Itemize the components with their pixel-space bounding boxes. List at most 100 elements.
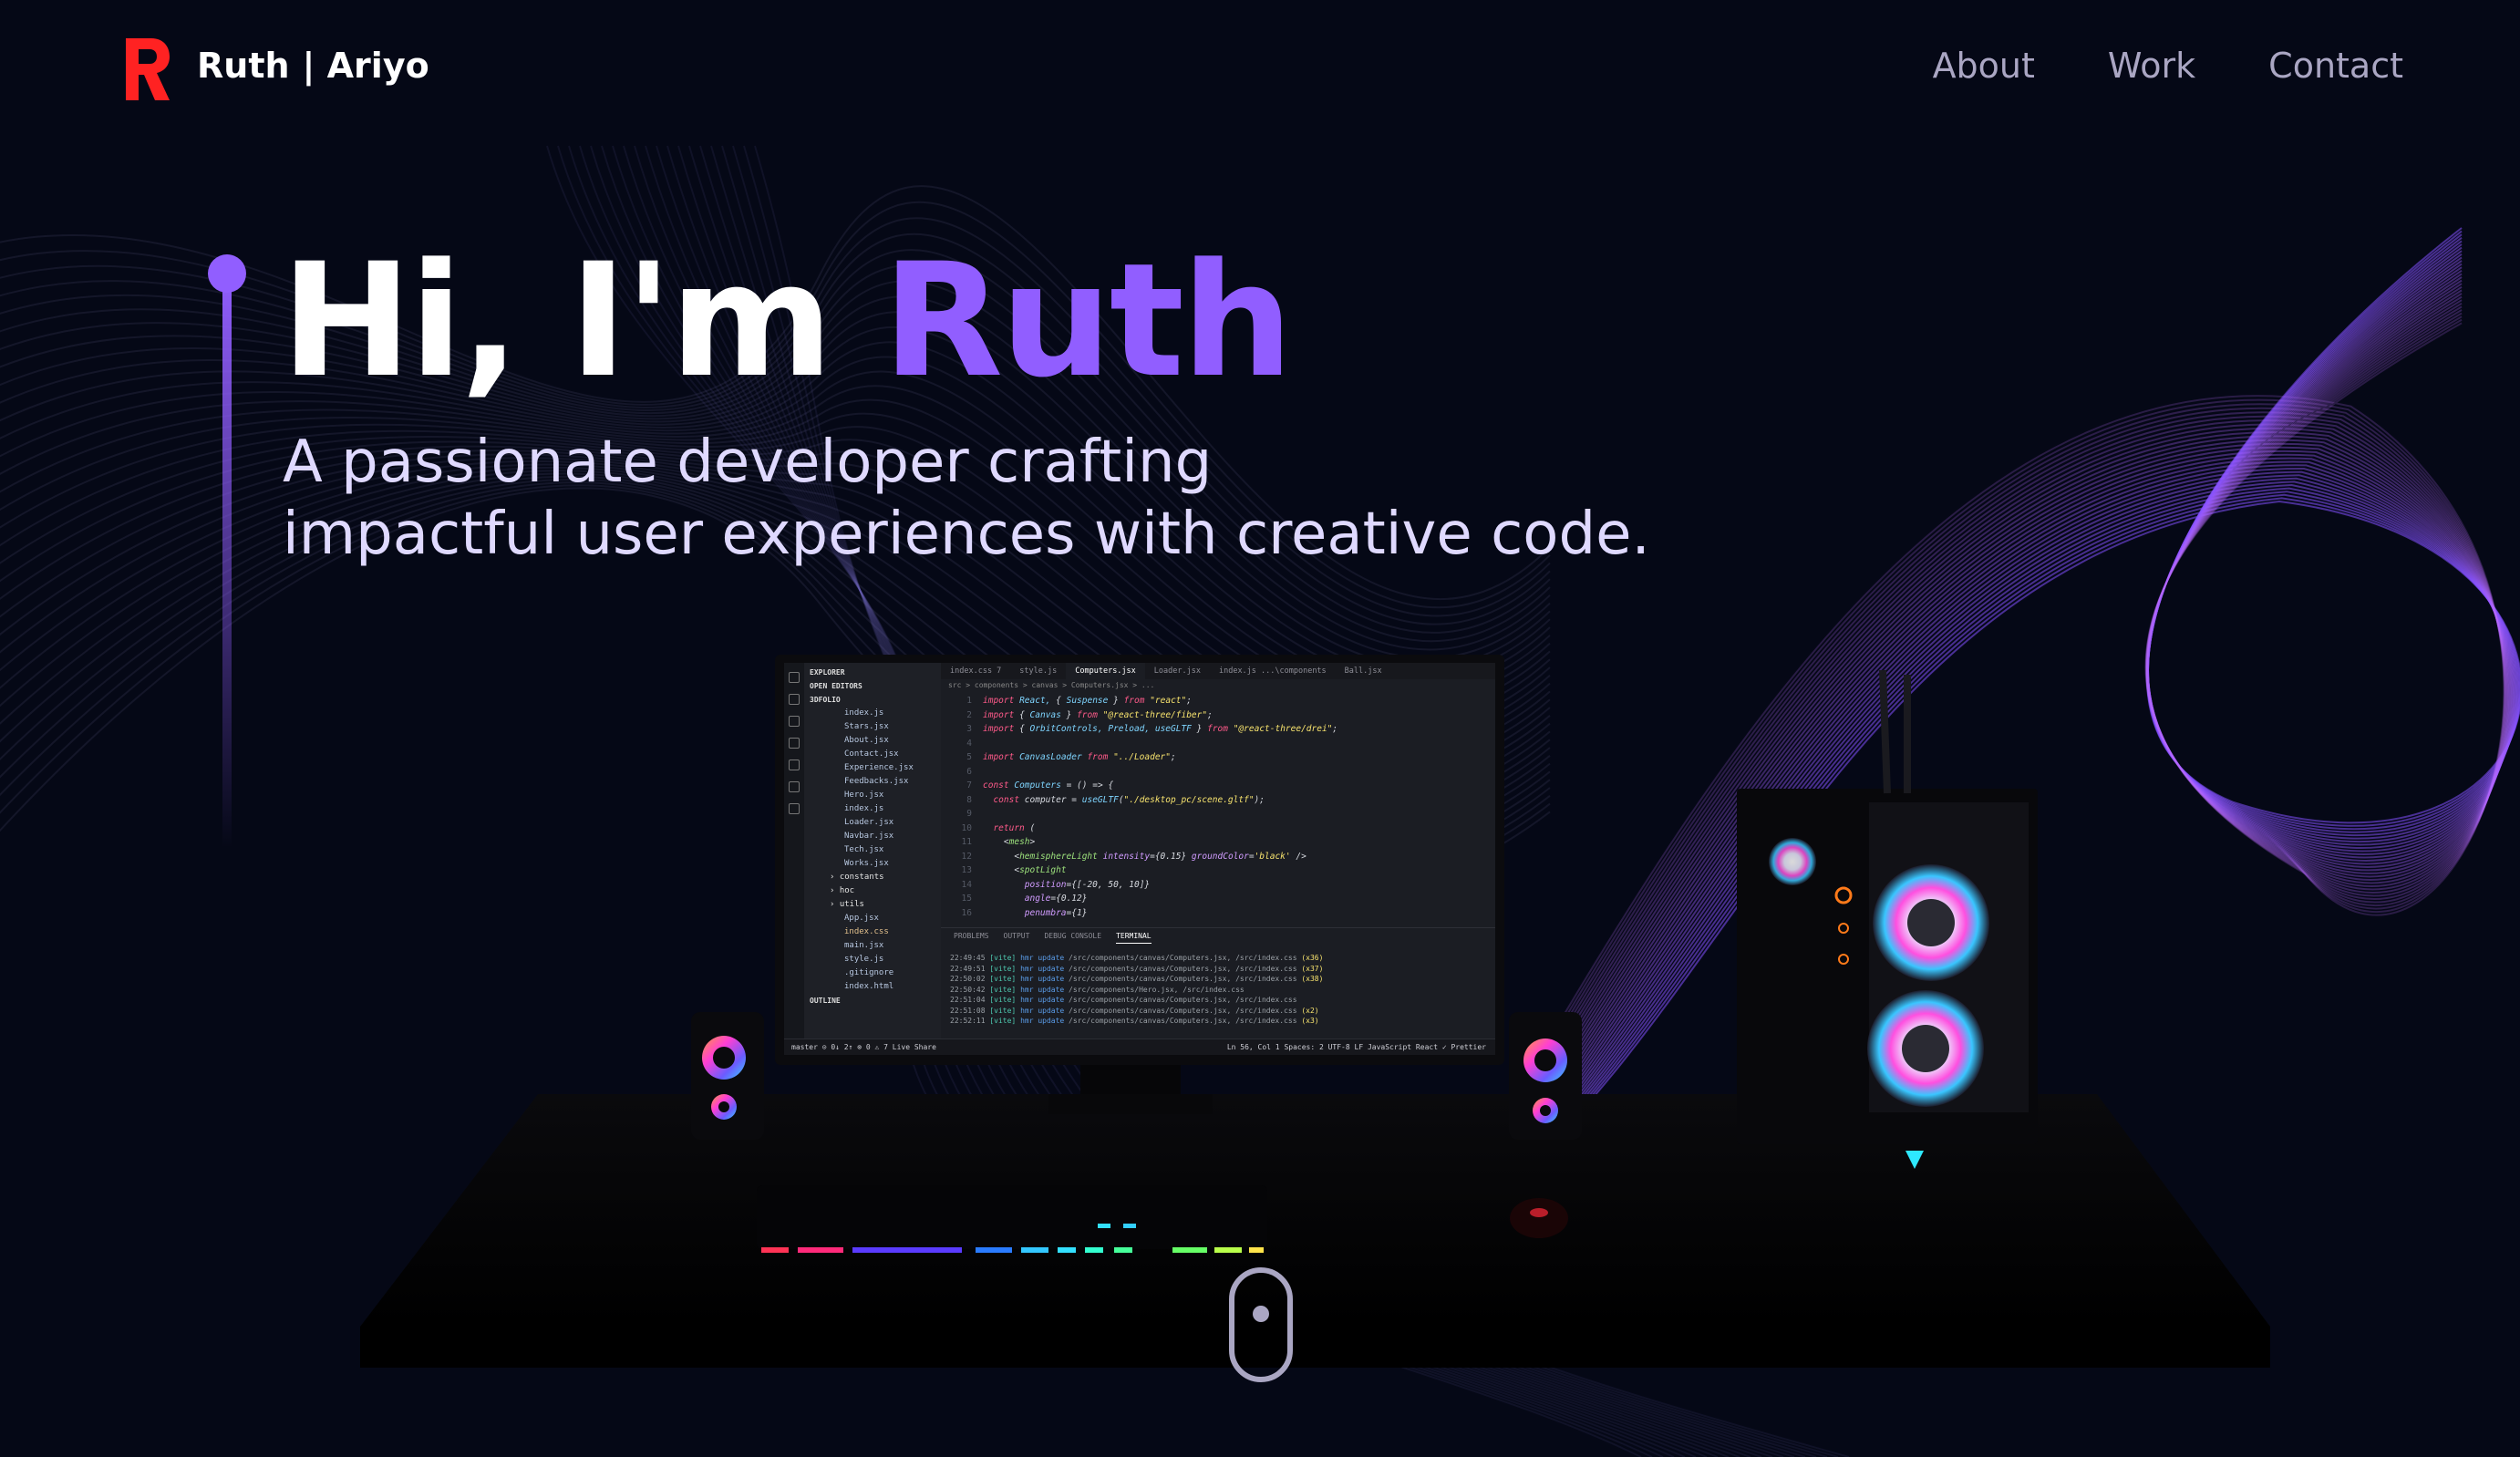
code-line: 13 <spotLight <box>961 865 1067 875</box>
extensions-icon <box>789 760 800 770</box>
hero-subtitle-line2: impactful user experiences with creative… <box>283 500 1650 568</box>
explorer-file: App.jsx <box>844 914 879 923</box>
terminal-line: 22:51:08 [vite] hmr update /src/componen… <box>950 1006 1319 1015</box>
code-line: 12 <hemisphereLight intensity={0.15} gro… <box>961 851 1306 862</box>
panel-tab[interactable]: OUTPUT <box>1004 928 1030 944</box>
editor-tab[interactable]: Loader.jsx <box>1145 663 1210 679</box>
vscode-screen: EXPLORER OPEN EDITORS 3DFOLIO index.js St… <box>784 663 1495 1055</box>
mouse-scroll-icon[interactable] <box>1229 1267 1293 1382</box>
terminal-line: 22:50:42 [vite] hmr update /src/componen… <box>950 985 1245 994</box>
code-line: 3 import { OrbitControls, Preload, useGLT… <box>966 724 1338 734</box>
hero-name: Ruth <box>882 229 1294 412</box>
desk-mouse <box>1510 1198 1568 1238</box>
explorer-title: EXPLORER <box>810 668 845 677</box>
left-speaker <box>691 1012 764 1140</box>
explorer-file: index.js <box>844 708 884 718</box>
nav-links: About Work Contact <box>1933 46 2403 86</box>
explorer-file: index.html <box>844 982 894 991</box>
navbar: Ruth | Ariyo About Work Contact <box>0 0 2520 137</box>
breadcrumb: src > components > canvas > Computers.js… <box>948 681 1155 689</box>
terminal-line: 22:49:45 [vite] hmr update /src/componen… <box>950 954 1324 962</box>
terminal-line: 22:51:04 [vite] hmr update /src/componen… <box>950 996 1297 1004</box>
editor-tab[interactable]: index.css 7 <box>941 663 1010 679</box>
editor-tab[interactable]: Ball.jsx <box>1336 663 1391 679</box>
open-editors: OPEN EDITORS <box>810 682 862 690</box>
editor-tab[interactable]: index.js ...\components <box>1210 663 1336 679</box>
code-line: 15 angle={0.12} <box>961 894 1088 904</box>
hero-rail-line <box>222 274 232 848</box>
code-line: 11 <mesh> <box>961 837 1036 847</box>
status-right: Ln 56, Col 1 Spaces: 2 UTF-8 LF JavaScri… <box>1226 1043 1486 1051</box>
explorer-file: Contact.jsx <box>844 749 899 759</box>
explorer-file: Feedbacks.jsx <box>844 777 909 786</box>
remote-icon <box>789 781 800 792</box>
run-debug-icon <box>789 738 800 749</box>
right-speaker <box>1509 1012 1582 1140</box>
r-logo-icon[interactable] <box>122 35 173 104</box>
nav-about[interactable]: About <box>1933 46 2035 86</box>
explorer-file: main.jsx <box>844 941 884 950</box>
search-icon <box>789 694 800 705</box>
nav-contact[interactable]: Contact <box>2268 46 2403 86</box>
terminal-line: 22:49:51 [vite] hmr update /src/componen… <box>950 964 1324 973</box>
code-line: 10 return ( <box>961 822 1036 833</box>
explorer-file: index.js <box>844 804 884 813</box>
project-name: 3DFOLIO <box>810 696 841 704</box>
files-icon <box>789 672 800 683</box>
explorer-file: Stars.jsx <box>844 722 889 731</box>
explorer-folder: › hoc <box>830 886 855 895</box>
code-line: 16 penumbra={1} <box>961 907 1088 918</box>
code-line: 1 import React, { Suspense } from "react"… <box>966 696 1192 706</box>
explorer-file: Works.jsx <box>844 859 889 868</box>
status-bar: master ⊙ 0↓ 2↑ ⊗ 0 ⚠ 7 Live Share Ln 56,… <box>784 1038 1495 1055</box>
pc-tower <box>1737 669 2038 1169</box>
terminal-output: 22:49:45 [vite] hmr update /src/componen… <box>950 953 1495 1027</box>
explorer-file: Tech.jsx <box>844 845 884 854</box>
explorer-file: Navbar.jsx <box>844 832 894 841</box>
scroll-dot <box>1253 1306 1269 1322</box>
hero-subtitle: A passionate developer crafting impactfu… <box>283 427 1650 570</box>
explorer-file: About.jsx <box>844 736 889 745</box>
code-line: 14 position={[-20, 50, 10]} <box>961 879 1151 890</box>
brand-name[interactable]: Ruth | Ariyo <box>197 46 429 86</box>
editor-tab[interactable]: style.js <box>1010 663 1066 679</box>
code-editor: 1 import React, { Suspense } from "react"… <box>950 694 1495 920</box>
code-line: 7 const Computers = () => { <box>966 780 1114 790</box>
code-line: 6 <box>966 766 972 777</box>
activity-bar <box>784 663 804 1055</box>
terminal-line: 22:50:02 [vite] hmr update /src/componen… <box>950 975 1324 983</box>
keyboard <box>757 1185 1267 1253</box>
code-line: 5 import CanvasLoader from "../Loader"; <box>966 752 1176 762</box>
code-line: 4 <box>966 738 972 749</box>
timeline-icon <box>789 803 800 814</box>
outline-section: OUTLINE <box>810 997 841 1005</box>
hero-greeting: Hi, I'm <box>281 229 883 412</box>
file-explorer: EXPLORER OPEN EDITORS 3DFOLIO index.js St… <box>804 663 941 1038</box>
code-line: 8 const computer = useGLTF("./desktop_pc… <box>966 794 1265 805</box>
code-line: 2 import { Canvas } from "@react-three/fi… <box>966 709 1213 720</box>
panel-tab[interactable]: PROBLEMS <box>954 928 989 944</box>
explorer-file: Experience.jsx <box>844 763 914 772</box>
explorer-file: Hero.jsx <box>844 790 884 800</box>
explorer-folder: › utils <box>830 900 864 909</box>
monitor-base <box>1048 1094 1213 1114</box>
explorer-file: .gitignore <box>844 968 894 977</box>
brand-surname: | Ariyo <box>302 46 429 86</box>
explorer-file: style.js <box>844 955 884 964</box>
hero-title: Hi, I'm Ruth <box>281 238 1293 404</box>
hero-subtitle-line1: A passionate developer crafting <box>283 429 1213 496</box>
explorer-file: Loader.jsx <box>844 818 894 827</box>
brand-first-name: Ruth <box>197 46 290 86</box>
panel-tab[interactable]: DEBUG CONSOLE <box>1044 928 1101 944</box>
desk-front <box>360 1327 2270 1368</box>
explorer-file: index.css <box>844 927 889 936</box>
editor-tab[interactable]: Computers.jsx <box>1066 663 1145 679</box>
code-line: 9 <box>966 809 972 819</box>
panel-tabs: PROBLEMS OUTPUT DEBUG CONSOLE TERMINAL <box>941 927 1495 944</box>
editor-tabs: index.css 7 style.js Computers.jsx Loader.j… <box>941 663 1495 679</box>
source-control-icon <box>789 716 800 727</box>
status-left: master ⊙ 0↓ 2↑ ⊗ 0 ⚠ 7 Live Share <box>791 1043 936 1051</box>
explorer-folder: › constants <box>830 873 884 882</box>
nav-work[interactable]: Work <box>2108 46 2195 86</box>
panel-tab[interactable]: TERMINAL <box>1116 928 1152 944</box>
